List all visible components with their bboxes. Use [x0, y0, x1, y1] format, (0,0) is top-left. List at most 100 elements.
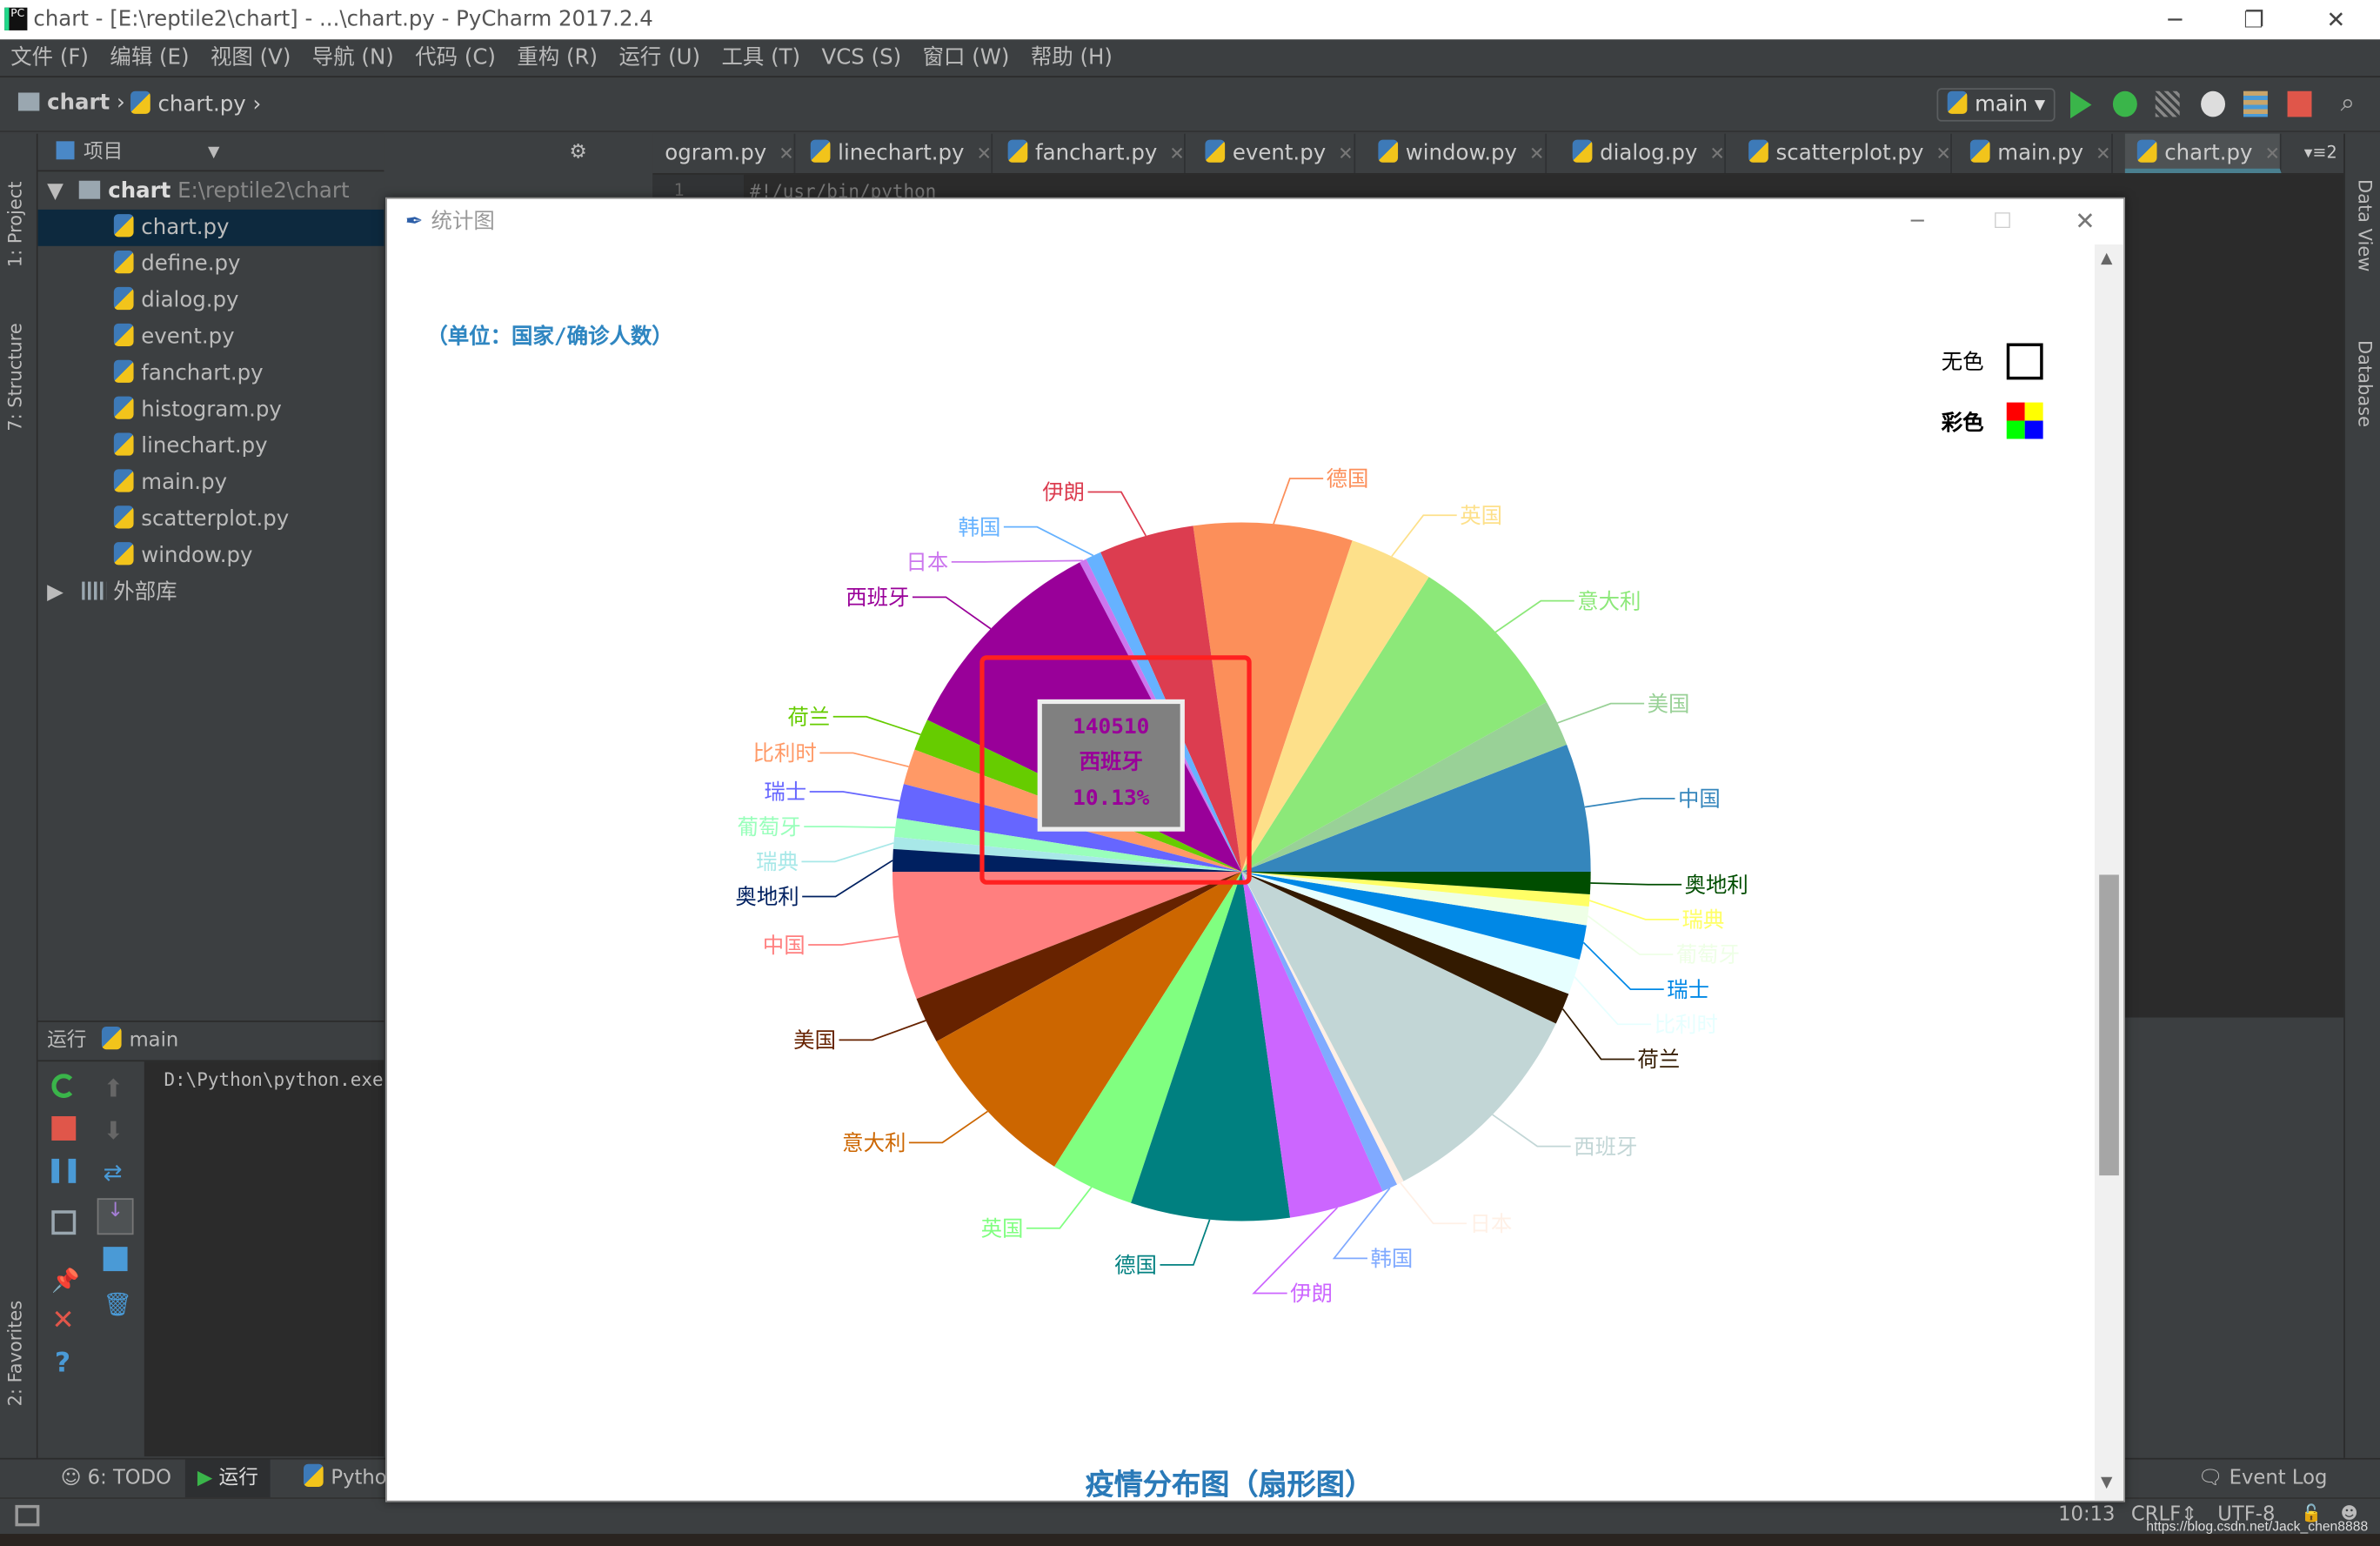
label-leader-line [1492, 1114, 1571, 1148]
chevron-down-icon[interactable]: ▼ [208, 134, 219, 172]
pause-icon[interactable] [51, 1158, 77, 1183]
arrow-up-icon[interactable]: ⬆ [104, 1074, 128, 1102]
pycharm-logo-icon: PC [4, 7, 28, 30]
tool-tab-favorites[interactable]: 2: Favorites [4, 1301, 25, 1407]
minimize-button[interactable]: ─ [2140, 0, 2210, 39]
close-tab-icon[interactable]: ✕ [1935, 143, 1951, 164]
stop-icon[interactable] [51, 1116, 77, 1141]
tab-main[interactable]: main.py ✕ [1958, 133, 2113, 173]
debug-icon[interactable] [2112, 90, 2137, 117]
tab-dialog[interactable]: dialog.py ✕ [1561, 133, 1727, 173]
taskbar [0, 1534, 2380, 1546]
slice-label: 葡萄牙 [1676, 942, 1740, 967]
soft-wrap-icon[interactable]: ⇄ [104, 1159, 128, 1186]
concurrency-icon[interactable] [2243, 90, 2268, 117]
tab-ogram[interactable]: ogram.py ✕ [652, 133, 796, 173]
menu-item[interactable]: 重构 (R) [506, 39, 608, 77]
close-tab-icon[interactable]: ✕ [2096, 143, 2111, 164]
console-output[interactable]: D:\Python\python.exe [144, 1061, 384, 1457]
close-tab-icon[interactable]: ✕ [1529, 143, 1545, 164]
event-log-button[interactable]: 🗨 Event Log [2186, 1460, 2340, 1499]
scroll-up-icon[interactable]: ▲ [2101, 251, 2112, 267]
close-button[interactable]: ✕ [2301, 0, 2370, 39]
caret-position[interactable]: 10:13 [2058, 1503, 2115, 1526]
tab-event[interactable]: event.py ✕ [1193, 133, 1355, 173]
close-tab-icon[interactable]: ✕ [1709, 143, 1725, 164]
layout-icon[interactable] [51, 1210, 77, 1235]
stop-icon[interactable] [2287, 90, 2312, 117]
restore-button[interactable]: ❐ [2219, 0, 2289, 39]
search-icon[interactable]: ⌕ [2341, 90, 2365, 117]
close-tab-icon[interactable]: ✕ [1338, 143, 1354, 164]
menu-item[interactable]: 窗口 (W) [912, 39, 1020, 77]
close-tab-icon[interactable]: ✕ [779, 143, 794, 164]
tab-linechart[interactable]: linechart.py ✕ [799, 133, 993, 173]
coverage-icon[interactable] [2155, 90, 2180, 117]
tab-window[interactable]: window.py ✕ [1366, 133, 1547, 173]
rerun-icon[interactable] [51, 1074, 77, 1099]
help-icon[interactable]: ? [55, 1349, 79, 1376]
close-tab-icon[interactable]: ✕ [1169, 143, 1185, 164]
toggle-tool-windows-icon[interactable] [15, 1504, 40, 1527]
tool-tab-python-console[interactable]: Pytho [291, 1460, 399, 1499]
tree-file[interactable]: histogram.py [38, 392, 384, 428]
close-tab-icon[interactable]: ✕ [976, 143, 992, 164]
tree-file[interactable]: window.py [38, 538, 384, 574]
gear-icon[interactable]: ⚙ [569, 134, 586, 172]
tool-tab-project[interactable]: 1: Project [4, 181, 25, 267]
dialog-minimize-button[interactable]: ─ [1911, 199, 1924, 244]
menu-item[interactable]: 编辑 (E) [99, 39, 200, 77]
chart-title: 疫情分布图（扇形图） [1085, 1468, 1374, 1502]
tree-file[interactable]: chart.py [37, 209, 384, 246]
python-file-icon [113, 505, 134, 529]
dialog-close-button[interactable]: ✕ [2075, 199, 2095, 244]
menu-item[interactable]: 文件 (F) [0, 39, 99, 77]
tree-external-libraries[interactable]: ▶ 外部库 [38, 574, 384, 611]
arrow-down-icon[interactable]: ⬇ [104, 1116, 128, 1145]
menu-item[interactable]: 视图 (V) [200, 39, 302, 77]
tree-file[interactable]: fanchart.py [38, 355, 384, 392]
tab-chart[interactable]: chart.py ✕ [2124, 133, 2282, 173]
tree-file[interactable]: linechart.py [38, 428, 384, 465]
tree-file[interactable]: scatterplot.py [38, 501, 384, 538]
tab-fanchart[interactable]: fanchart.py ✕ [996, 133, 1187, 173]
file-name: fanchart.py [141, 361, 264, 386]
vertical-scrollbar[interactable]: ▲ ▼ [2094, 244, 2124, 1501]
scroll-down-icon[interactable]: ▼ [2101, 1475, 2112, 1491]
python-file-icon [113, 286, 134, 311]
tree-file[interactable]: define.py [38, 246, 384, 283]
python-file-icon [113, 214, 134, 238]
run-icon[interactable] [2070, 90, 2092, 119]
tool-tab-database[interactable]: Database [2354, 340, 2375, 427]
trash-icon[interactable]: 🗑 [104, 1291, 132, 1318]
tab-scatterplot[interactable]: scatterplot.py ✕ [1736, 133, 1953, 173]
dialog-maximize-button[interactable]: ☐ [1993, 199, 2012, 244]
tree-file[interactable]: dialog.py [38, 283, 384, 319]
menu-item[interactable]: 帮助 (H) [1020, 39, 1123, 77]
tree-file[interactable]: main.py [38, 465, 384, 501]
close-icon[interactable]: ✕ [51, 1307, 76, 1334]
menu-item[interactable]: VCS (S) [811, 39, 912, 77]
project-view-select[interactable]: 项目 [84, 141, 123, 164]
print-icon[interactable] [103, 1247, 128, 1272]
menu-item[interactable]: 代码 (C) [404, 39, 506, 77]
close-tab-icon[interactable]: ✕ [2264, 143, 2280, 164]
label-leader-line [1160, 1219, 1211, 1266]
tree-file[interactable]: event.py [38, 319, 384, 356]
tool-tab-structure[interactable]: 7: Structure [4, 323, 25, 432]
tabs-overflow-button[interactable]: ▾≡2 [2292, 134, 2337, 173]
menu-item[interactable]: 导航 (N) [302, 39, 404, 77]
profile-icon[interactable] [2201, 90, 2226, 117]
tree-root[interactable]: ▼ chart E:\reptile2\chart [38, 173, 384, 210]
menu-item[interactable]: 运行 (U) [608, 39, 711, 77]
breadcrumb-project[interactable]: chart › [17, 91, 125, 116]
scroll-to-end-icon[interactable]: ↓ [97, 1198, 134, 1235]
run-config-select[interactable]: main ▾ [1936, 88, 2056, 122]
tool-tab-data-view[interactable]: Data View [2354, 179, 2375, 271]
breadcrumb-file[interactable]: chart.py › [130, 90, 261, 117]
tool-tab-todo[interactable]: ☺ 6: TODO [49, 1460, 184, 1499]
tool-tab-run[interactable]: ▶ 运行 [184, 1459, 271, 1499]
scrollbar-thumb[interactable] [2099, 874, 2119, 1176]
pin-icon[interactable]: 📌 [51, 1267, 80, 1294]
menu-item[interactable]: 工具 (T) [711, 39, 811, 77]
